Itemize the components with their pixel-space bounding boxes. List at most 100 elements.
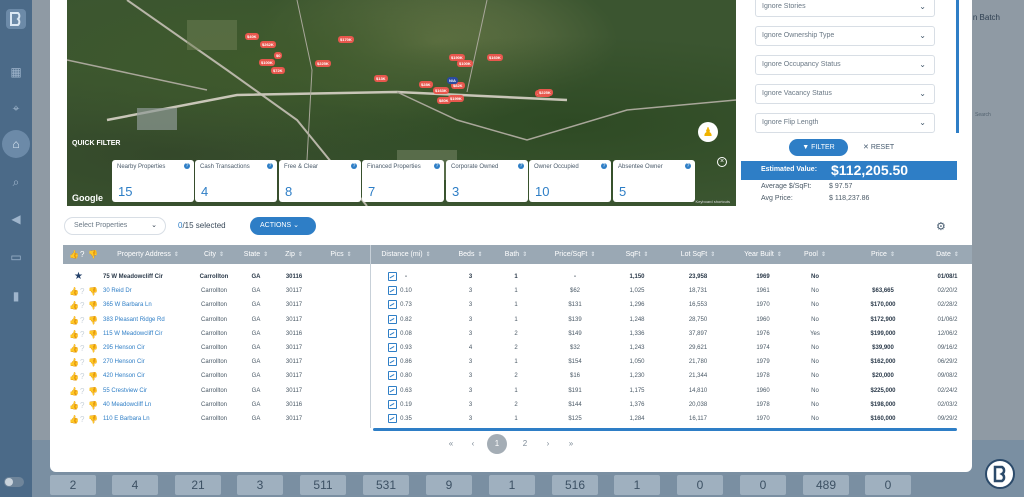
last-page-icon[interactable]: »	[561, 434, 581, 454]
filter-select[interactable]: Ignore Ownership Type ⌄	[755, 26, 935, 46]
info-icon[interactable]: ?	[685, 163, 691, 169]
cell-addr[interactable]: 75 W Meadowcliff Cir	[103, 270, 193, 284]
question-icon[interactable]: ?	[80, 301, 84, 310]
cell-addr[interactable]: 295 Henson Cir	[103, 341, 193, 355]
map-price-pin[interactable]: $160K	[487, 54, 503, 61]
thumbs-up-icon[interactable]: 👍	[69, 250, 79, 259]
sidebar-toggle[interactable]	[4, 477, 24, 487]
filter-select[interactable]: Ignore Stories ⌄	[755, 0, 935, 17]
question-icon[interactable]: ?	[80, 287, 84, 296]
table-row[interactable]: 👍? 👎 40 Meadowcliff Ln Carrollton GA 30116 0.1…	[63, 398, 972, 412]
info-icon[interactable]: ?	[518, 163, 524, 169]
question-icon[interactable]: ?	[80, 316, 84, 325]
quick-filter-card[interactable]: Free & Clear 8?	[279, 160, 361, 202]
street-view-icon[interactable]: ♟	[698, 122, 718, 142]
question-icon[interactable]: ?	[80, 250, 84, 259]
thumbs-down-icon[interactable]: 👎	[88, 287, 98, 296]
map-price-pin[interactable]: $225K	[315, 60, 331, 67]
table-row[interactable]: 👍? 👎 110 E Barbara Ln Carrollton GA 30117 0.35…	[63, 412, 972, 426]
map-price-pin[interactable]: N/A	[447, 77, 458, 84]
select-properties-dropdown[interactable]: Select Properties ⌄	[64, 217, 166, 235]
question-icon[interactable]: ?	[80, 387, 84, 396]
map-price-pin[interactable]: $100K	[259, 59, 275, 66]
column-header-pool[interactable]: Pool	[785, 245, 845, 264]
map-price-pin[interactable]: $225K	[537, 89, 553, 96]
thumbs-up-icon[interactable]: 👍	[69, 301, 79, 310]
column-header-state[interactable]: State	[239, 245, 273, 264]
thumbs-up-icon[interactable]: 👍	[69, 344, 79, 353]
cell-addr[interactable]: 383 Pleasant Ridge Rd	[103, 313, 193, 327]
thumbs-down-icon[interactable]: 👎	[88, 415, 98, 424]
thumbs-down-icon[interactable]: 👎	[88, 401, 98, 410]
map-price-pin[interactable]: $100K	[457, 60, 473, 67]
thumbs-up-icon[interactable]: 👍	[69, 372, 79, 381]
question-icon[interactable]: ?	[80, 401, 84, 410]
map-price-pin[interactable]: $0	[274, 52, 283, 59]
prev-page-icon[interactable]: ‹	[463, 434, 483, 454]
page-2-button[interactable]: 2	[515, 434, 535, 454]
column-header-zip[interactable]: Zip	[273, 245, 315, 264]
map-price-pin[interactable]: $72K	[271, 67, 285, 74]
thumbs-down-icon[interactable]: 👎	[88, 387, 98, 396]
bar-chart-icon[interactable]: ▮	[7, 287, 25, 305]
table-row[interactable]: 👍? 👎 270 Henson Cir Carrollton GA 30117 0.86 3 1…	[63, 355, 972, 369]
first-page-icon[interactable]: «	[441, 434, 461, 454]
question-icon[interactable]: ?	[80, 358, 84, 367]
column-header-price[interactable]: Price	[843, 245, 923, 264]
column-header-city[interactable]: City	[191, 245, 237, 264]
thumbs-up-icon[interactable]: 👍	[69, 316, 79, 325]
dock-logo-icon[interactable]	[985, 459, 1015, 489]
home-search-icon[interactable]: ⌕	[7, 173, 25, 191]
column-header-sqft[interactable]: SqFt	[611, 245, 663, 264]
column-header-date[interactable]: Date	[923, 245, 972, 264]
cell-addr[interactable]: 40 Meadowcliff Ln	[103, 398, 193, 412]
question-icon[interactable]: ?	[80, 372, 84, 381]
quick-filter-card[interactable]: Financed Properties 7?	[362, 160, 444, 202]
map-price-pin[interactable]: $163K	[433, 87, 449, 94]
cell-addr[interactable]: 110 E Barbara Ln	[103, 412, 193, 426]
filter-select[interactable]: Ignore Occupancy Status ⌄	[755, 55, 935, 75]
thumbs-up-icon[interactable]: 👍	[69, 387, 79, 396]
location-pin-icon[interactable]: ⌖	[7, 99, 25, 117]
table-row[interactable]: 👍? 👎 115 W Meadowcliff Cir Carrollton GA 3011…	[63, 327, 972, 341]
map-price-pin[interactable]: $40K	[245, 33, 259, 40]
filter-button[interactable]: ▼ FILTER	[789, 139, 848, 156]
cell-addr[interactable]: 420 Henson Cir	[103, 369, 193, 383]
info-icon[interactable]: ?	[351, 163, 357, 169]
thumbs-down-icon[interactable]: 👎	[88, 330, 98, 339]
table-row[interactable]: 👍? 👎 55 Crestview Cir Carrollton GA 30117 0.63…	[63, 384, 972, 398]
quick-filter-card[interactable]: Nearby Properties 15?	[112, 160, 194, 202]
thumbs-down-icon[interactable]: 👎	[88, 372, 98, 381]
table-row[interactable]: 👍? 👎 295 Henson Cir Carrollton GA 30117 0.93 4 2…	[63, 341, 972, 355]
table-horizontal-scrollbar[interactable]	[373, 428, 957, 431]
thumbs-up-icon[interactable]: 👍	[69, 330, 79, 339]
filter-select[interactable]: Ignore Flip Length ⌄	[755, 113, 935, 133]
table-row[interactable]: 👍? 👎 383 Pleasant Ridge Rd Carrollton GA 3011…	[63, 313, 972, 327]
panel-scrollbar[interactable]	[956, 0, 959, 133]
thumbs-down-icon[interactable]: 👎	[88, 250, 98, 259]
info-icon[interactable]: ?	[601, 163, 607, 169]
chat-icon[interactable]: ▭	[7, 248, 25, 266]
column-header-dist[interactable]: Distance (mi)	[363, 245, 449, 264]
table-row[interactable]: 👍? 👎 365 W Barbara Ln Carrollton GA 30117 0.73…	[63, 298, 972, 312]
cell-addr[interactable]: 270 Henson Cir	[103, 355, 193, 369]
brand-logo-icon[interactable]	[3, 6, 29, 32]
thumbs-up-icon[interactable]: 👍	[69, 415, 79, 424]
gear-icon[interactable]: ⚙	[936, 220, 946, 233]
megaphone-icon[interactable]: ◀	[7, 210, 25, 228]
info-icon[interactable]: ?	[184, 163, 190, 169]
quick-filter-card[interactable]: Cash Transactions 4?	[195, 160, 277, 202]
next-page-icon[interactable]: ›	[538, 434, 558, 454]
map-price-pin[interactable]: $199K	[448, 95, 464, 102]
column-header-ppsf[interactable]: Price/SqFt	[539, 245, 611, 264]
thumbs-up-icon[interactable]: 👍	[69, 287, 79, 296]
column-header-addr[interactable]: Property Address	[103, 245, 193, 264]
reset-button[interactable]: ✕ RESET	[863, 139, 907, 156]
page-1-button[interactable]: 1	[487, 434, 507, 454]
column-header-lot[interactable]: Lot SqFt	[663, 245, 733, 264]
dashboard-icon[interactable]: ▦	[7, 63, 25, 81]
info-icon[interactable]: ?	[267, 163, 273, 169]
table-row[interactable]: 👍? 👎 30 Reid Dr Carrollton GA 30117 0.10 3 1 $62 1…	[63, 284, 972, 298]
home-icon[interactable]: ⌂	[2, 130, 30, 158]
map-price-pin[interactable]: $262K	[260, 41, 276, 48]
